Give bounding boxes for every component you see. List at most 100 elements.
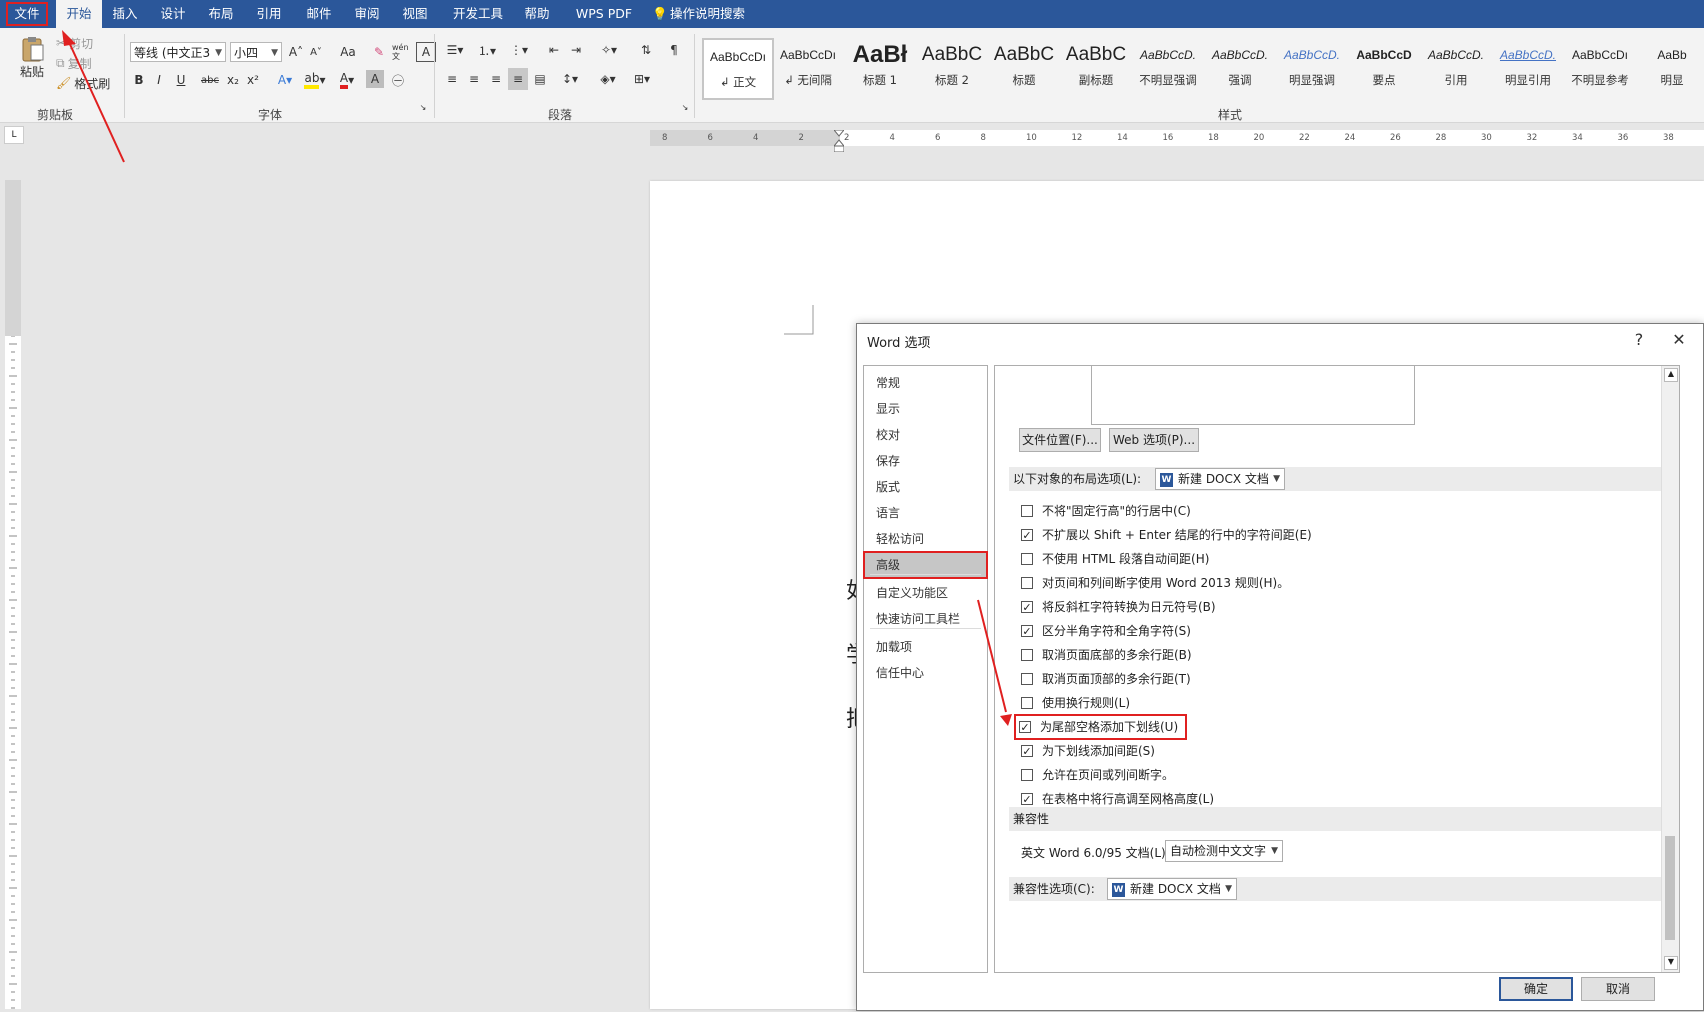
underline-button[interactable]: U — [170, 70, 192, 90]
subscript-button[interactable]: x₂ — [224, 70, 242, 90]
style-8[interactable]: AaBbCcD. 明显强调 — [1278, 38, 1346, 96]
tab-references[interactable]: 引用 — [248, 0, 290, 28]
option-row[interactable]: ✓ 不扩展以 Shift + Enter 结尾的行中的字符间距(E) — [1021, 525, 1312, 545]
web-options-button[interactable]: Web 选项(P)... — [1109, 428, 1199, 452]
nav-item[interactable]: 常规 — [864, 370, 987, 396]
close-button[interactable]: ✕ — [1667, 330, 1691, 349]
option-checkbox[interactable] — [1021, 697, 1033, 709]
option-checkbox[interactable] — [1021, 553, 1033, 565]
option-checkbox[interactable]: ✓ — [1021, 625, 1033, 638]
option-row[interactable]: 使用换行规则(L) — [1021, 693, 1130, 713]
bullets-icon[interactable]: ☰▾ — [442, 40, 468, 60]
copy-button[interactable]: ⧉ 复制 — [56, 54, 112, 72]
option-row[interactable]: 取消页面底部的多余行距(B) — [1021, 645, 1192, 665]
nav-item[interactable]: 语言 — [864, 500, 987, 526]
nav-item[interactable]: 显示 — [864, 396, 987, 422]
tab-file[interactable]: 文件 — [4, 0, 50, 28]
shrink-font-button[interactable]: A˅ — [307, 42, 325, 62]
option-checkbox[interactable]: ✓ — [1021, 745, 1033, 758]
char-border-button[interactable]: A — [416, 42, 436, 62]
grow-font-button[interactable]: A˄ — [287, 42, 305, 62]
decrease-indent-icon[interactable]: ⇤ — [544, 40, 564, 60]
font-size-combo[interactable]: 小四 ▼ — [230, 42, 282, 62]
font-dialog-launcher-icon[interactable]: ↘ — [418, 102, 428, 112]
tab-layout[interactable]: 布局 — [200, 0, 242, 28]
option-checkbox[interactable]: ✓ — [1021, 529, 1033, 542]
option-row[interactable]: 允许在页间或列间断字。 — [1021, 765, 1174, 785]
style-7[interactable]: AaBbCcD. 强调 — [1206, 38, 1274, 96]
tab-review[interactable]: 审阅 — [346, 0, 388, 28]
shading-icon[interactable]: ◈▾ — [594, 68, 622, 90]
style-3[interactable]: AaBbC 标题 2 — [918, 38, 986, 96]
increase-indent-icon[interactable]: ⇥ — [566, 40, 586, 60]
compat-doc-select[interactable]: W 新建 DOCX 文档 ▼ — [1107, 878, 1237, 900]
style-13[interactable]: AaBb 明显 — [1638, 38, 1704, 96]
option-row[interactable]: 不使用 HTML 段落自动间距(H) — [1021, 549, 1209, 569]
distributed-icon[interactable]: ▤ — [530, 68, 550, 90]
format-painter-button[interactable]: 🖌 格式刷 — [56, 74, 120, 92]
option-checkbox[interactable] — [1021, 577, 1033, 589]
nav-item[interactable]: 轻松访问 — [864, 526, 987, 552]
paragraph-dialog-launcher-icon[interactable]: ↘ — [680, 102, 690, 112]
content-scrollbar[interactable]: ▲ ▼ — [1661, 366, 1679, 972]
tell-me-search[interactable]: 💡 操作说明搜索 — [652, 0, 782, 28]
tab-developer[interactable]: 开发工具 — [446, 0, 510, 28]
style-4[interactable]: AaBbC 标题 — [990, 38, 1058, 96]
superscript-button[interactable]: x² — [244, 70, 262, 90]
align-right-icon[interactable]: ≡ — [486, 68, 506, 90]
nav-item[interactable]: 版式 — [864, 474, 987, 500]
style-10[interactable]: AaBbCcD. 引用 — [1422, 38, 1490, 96]
style-1[interactable]: AaBbCcDı ↲ 无间隔 — [774, 38, 842, 96]
italic-button[interactable]: I — [150, 70, 168, 90]
scroll-down-icon[interactable]: ▼ — [1664, 956, 1678, 970]
tab-wps-pdf[interactable]: WPS PDF — [566, 0, 642, 28]
tab-mailings[interactable]: 邮件 — [298, 0, 340, 28]
cut-button[interactable]: ✂ 剪切 — [56, 34, 112, 52]
line-spacing-icon[interactable]: ↕▾ — [556, 68, 584, 90]
tab-design[interactable]: 设计 — [152, 0, 194, 28]
ok-button[interactable]: 确定 — [1499, 977, 1573, 1001]
phonetic-guide-button[interactable]: wén 文 — [392, 40, 414, 64]
file-locations-button[interactable]: 文件位置(F)... — [1019, 428, 1101, 452]
option-row[interactable]: ✓ 为下划线添加间距(S) — [1021, 741, 1155, 761]
option-row[interactable]: 取消页面顶部的多余行距(T) — [1021, 669, 1191, 689]
option-row[interactable]: ✓ 为尾部空格添加下划线(U) — [1013, 714, 1188, 740]
font-name-combo[interactable]: 等线 (中文正3 ▼ — [130, 42, 226, 62]
clear-format-icon[interactable]: ✎ — [370, 42, 388, 62]
tab-insert[interactable]: 插入 — [104, 0, 146, 28]
option-row[interactable]: 不将"固定行高"的行居中(C) — [1021, 501, 1191, 521]
style-9[interactable]: AaBbCcD 要点 — [1350, 38, 1418, 96]
nav-item[interactable]: 保存 — [864, 448, 987, 474]
option-checkbox[interactable]: ✓ — [1021, 793, 1033, 806]
text-effects-icon[interactable]: A▾ — [272, 70, 298, 90]
vertical-ruler[interactable] — [5, 180, 21, 1009]
style-6[interactable]: AaBbCcD. 不明显强调 — [1134, 38, 1202, 96]
option-checkbox[interactable]: ✓ — [1021, 601, 1033, 614]
tab-home[interactable]: 开始 — [56, 0, 102, 28]
nav-item[interactable]: 自定义功能区 — [864, 580, 987, 606]
option-row[interactable]: ✓ 区分半角字符和全角字符(S) — [1021, 621, 1191, 641]
scroll-up-icon[interactable]: ▲ — [1664, 368, 1678, 382]
indent-marker-icon[interactable] — [832, 129, 846, 153]
nav-item[interactable]: 校对 — [864, 422, 987, 448]
tab-help[interactable]: 帮助 — [516, 0, 558, 28]
show-marks-icon[interactable]: ¶ — [664, 40, 684, 60]
change-case-button[interactable]: Aa — [333, 42, 363, 62]
sort-icon[interactable]: ⇅ — [636, 40, 656, 60]
style-5[interactable]: AaBbC 副标题 — [1062, 38, 1130, 96]
cancel-button[interactable]: 取消 — [1581, 977, 1655, 1001]
char-shading-icon[interactable]: A — [366, 70, 384, 88]
option-checkbox[interactable] — [1021, 673, 1033, 685]
nav-item[interactable]: 信任中心 — [864, 660, 987, 686]
help-button[interactable]: ? — [1627, 330, 1651, 349]
style-12[interactable]: AaBbCcDı 不明显参考 — [1566, 38, 1634, 96]
style-11[interactable]: AaBbCcD. 明显引用 — [1494, 38, 1562, 96]
style-0[interactable]: AaBbCcDı ↲ 正文 — [702, 38, 774, 100]
option-row[interactable]: ✓ 将反斜杠字符转换为日元符号(B) — [1021, 597, 1216, 617]
strikethrough-button[interactable]: abc — [198, 70, 222, 90]
multilevel-list-icon[interactable]: ⋮▾ — [506, 40, 532, 60]
numbering-icon[interactable]: ⒈▾ — [474, 40, 500, 60]
style-2[interactable]: AaBł 标题 1 — [846, 38, 914, 96]
nav-item[interactable]: 加载项 — [864, 634, 987, 660]
option-row[interactable]: 对页间和列间断字使用 Word 2013 规则(H)。 — [1021, 573, 1289, 593]
